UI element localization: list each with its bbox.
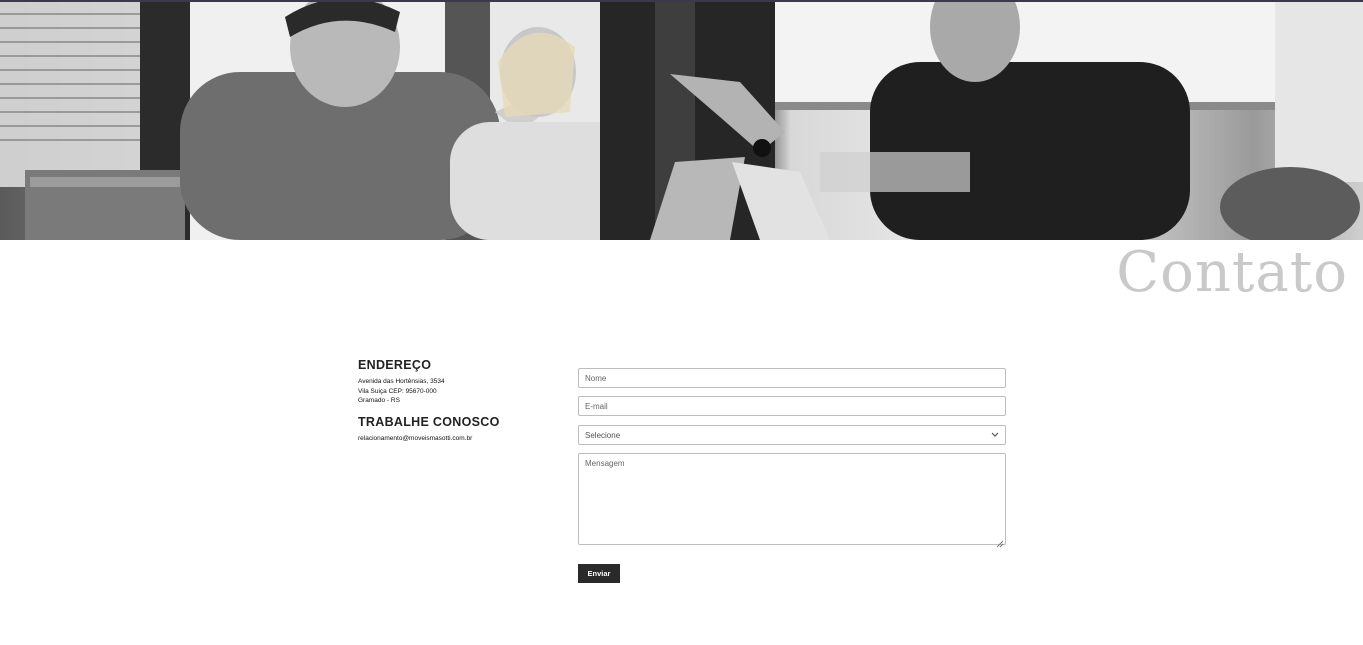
contact-info: ENDEREÇO Avenida das Hortênsias, 3534 Vi… xyxy=(358,358,558,443)
careers-heading: TRABALHE CONOSCO xyxy=(358,414,500,429)
address-line: Vila Suiça CEP: 95670-000 xyxy=(358,387,437,395)
resize-grip-icon[interactable] xyxy=(996,535,1004,548)
select-value: Selecione xyxy=(585,430,621,440)
address-line: Avenida das Hortênsias, 3534 xyxy=(358,378,445,385)
name-input[interactable] xyxy=(578,368,1006,388)
address-line: Gramado - RS xyxy=(358,397,400,404)
page-title: Contato xyxy=(1116,240,1348,305)
hero-photo xyxy=(0,2,1363,240)
chevron-down-icon xyxy=(991,430,999,440)
address-lines: Avenida das Hortênsias, 3534 Vila Suiça … xyxy=(358,377,558,406)
hero-banner xyxy=(0,2,1363,240)
address-heading: ENDEREÇO xyxy=(358,358,432,372)
careers-email[interactable]: relacionamento@moveismasotti.com.br xyxy=(358,434,558,444)
submit-button[interactable]: Enviar xyxy=(578,564,620,583)
subject-select[interactable]: Selecione xyxy=(578,425,1006,445)
email-input[interactable] xyxy=(578,396,1006,416)
message-textarea[interactable] xyxy=(578,453,1006,545)
